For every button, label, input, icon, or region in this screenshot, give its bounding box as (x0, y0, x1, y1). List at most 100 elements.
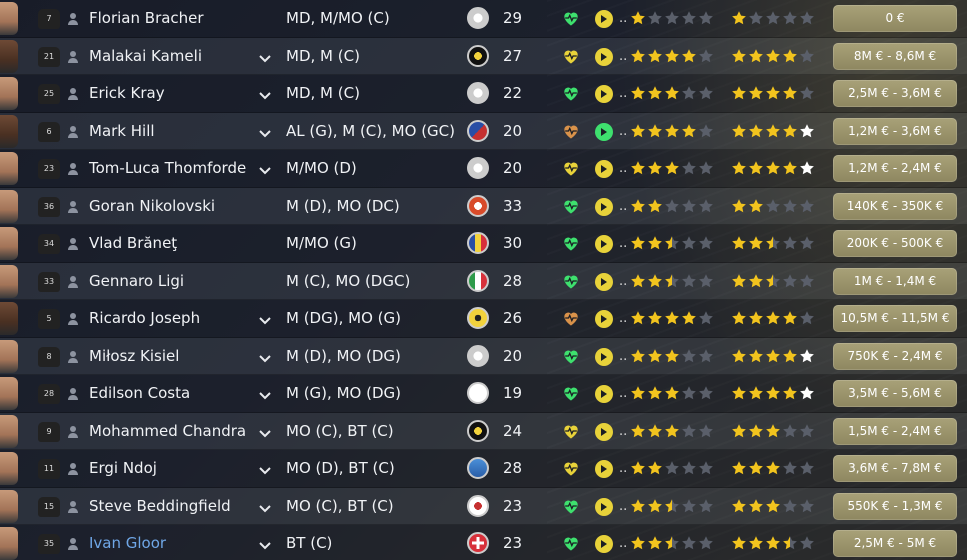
rating-star (766, 536, 780, 550)
player-row[interactable]: 23 Tom-Luca Thomforde M/MO (D) 20.. 1,2M € -… (0, 150, 967, 188)
player-name[interactable]: Vlad Brăneţ (89, 234, 177, 252)
chevron-down-icon[interactable] (258, 125, 272, 139)
player-name[interactable]: Ergi Ndoj (89, 459, 157, 477)
rating-star (682, 273, 696, 287)
potential-ability-stars (731, 160, 815, 176)
player-name[interactable]: Malakai Kameli (89, 47, 202, 65)
chevron-down-icon[interactable] (258, 87, 272, 101)
nationality-flag-icon[interactable] (467, 457, 489, 479)
chevron-down-icon[interactable] (258, 462, 272, 476)
current-ability-stars (630, 498, 714, 514)
chevron-down-icon[interactable] (258, 500, 272, 514)
player-name[interactable]: Erick Kray (89, 84, 165, 102)
rating-star (732, 348, 746, 362)
player-row[interactable]: 28 Edilson Costa M (G), MO (DG) 19.. 3,5M € … (0, 375, 967, 413)
rating-star (732, 311, 746, 325)
shirt-number: 21 (38, 46, 60, 67)
chevron-down-icon[interactable] (258, 425, 272, 439)
current-ability-stars (630, 123, 714, 139)
nationality-flag-icon[interactable] (467, 44, 489, 67)
rating-star (665, 161, 679, 175)
player-name[interactable]: Miłosz Kisiel (89, 347, 179, 365)
player-age: 23 (503, 496, 523, 515)
nationality-flag-icon[interactable] (467, 494, 489, 517)
person-icon (67, 237, 79, 250)
player-name[interactable]: Florian Bracher (89, 9, 204, 27)
player-row[interactable]: 8 Miłosz Kisiel M (D), MO (DG) 20.. 750K € -… (0, 337, 967, 375)
player-row[interactable]: 36 Goran Nikolovski M (D), MO (DC) 33.. 140K… (0, 187, 967, 225)
rating-star (749, 461, 763, 475)
player-name[interactable]: Goran Nikolovski (89, 197, 215, 215)
transfer-value-badge: 750K € - 2,4M € (833, 342, 957, 370)
player-name[interactable]: Mark Hill (89, 122, 155, 140)
player-age: 28 (503, 271, 523, 290)
rating-star (732, 423, 746, 437)
player-name[interactable]: Edilson Costa (89, 384, 190, 402)
player-row[interactable]: 33 Gennaro Ligi M (C), MO (DGC) 28.. 1M € - … (0, 262, 967, 300)
player-avatar (0, 489, 18, 523)
rating-star (766, 48, 780, 62)
rating-star (783, 423, 797, 437)
condition-heart-icon (561, 533, 581, 553)
player-age: 29 (503, 9, 523, 27)
chevron-down-icon[interactable] (258, 537, 272, 551)
shirt-number: 6 (38, 121, 60, 142)
player-name[interactable]: Gennaro Ligi (89, 272, 184, 290)
rating-star (682, 123, 696, 137)
condition-heart-icon (561, 271, 581, 291)
nationality-flag-icon[interactable] (467, 82, 489, 104)
player-row[interactable]: 5 Ricardo Joseph M (DG), MO (G) 26.. 10,5M €… (0, 300, 967, 338)
player-age: 23 (503, 534, 523, 552)
player-age: 30 (503, 234, 523, 252)
player-age: 20 (503, 121, 523, 140)
nationality-flag-icon[interactable] (467, 532, 489, 554)
rating-star (732, 273, 746, 287)
rating-star (749, 236, 763, 250)
more-dots: .. (619, 311, 628, 326)
player-row[interactable]: 9 Mohammed Chandra MO (C), BT (C) 24.. 1,5M … (0, 412, 967, 450)
chevron-down-icon[interactable] (258, 50, 272, 64)
player-name[interactable]: Tom-Luca Thomforde (89, 159, 246, 177)
player-row[interactable]: 21 Malakai Kameli MD, M (C) 27.. 8M € - 8,6M… (0, 37, 967, 75)
player-name[interactable]: Mohammed Chandra (89, 422, 246, 440)
nationality-flag-icon[interactable] (467, 232, 489, 254)
rating-star (800, 123, 814, 137)
chevron-down-icon[interactable] (258, 312, 272, 326)
potential-ability-stars (731, 198, 815, 214)
player-name[interactable]: Ivan Gloor (89, 534, 166, 552)
rating-star (732, 236, 746, 250)
nationality-flag-icon[interactable] (467, 382, 489, 404)
current-ability-stars (630, 10, 714, 26)
nationality-flag-icon[interactable] (467, 194, 489, 217)
player-row[interactable]: 7 Florian Bracher MD, M/MO (C) 29.. 0 € (0, 0, 967, 38)
player-row[interactable]: 11 Ergi Ndoj MO (D), BT (C) 28.. 3,6M € - 7,… (0, 450, 967, 488)
nationality-flag-icon[interactable] (467, 269, 489, 292)
rating-star (766, 236, 780, 250)
player-name[interactable]: Ricardo Joseph (89, 309, 200, 327)
rating-star (682, 236, 696, 250)
rating-star (749, 123, 763, 137)
player-row[interactable]: 25 Erick Kray MD, M (C) 22.. 2,5M € - 3,6M € (0, 75, 967, 113)
chevron-down-icon[interactable] (258, 162, 272, 176)
nationality-flag-icon[interactable] (467, 307, 489, 329)
nationality-flag-icon[interactable] (467, 119, 489, 142)
player-row[interactable]: 35 Ivan Gloor BT (C) 23.. 2,5M € - 5M € (0, 525, 967, 560)
player-row[interactable]: 15 Steve Beddingfield MO (C), BT (C) 23.. 55… (0, 487, 967, 525)
more-dots: .. (619, 48, 628, 64)
rating-star (648, 536, 662, 550)
chevron-down-icon[interactable] (258, 387, 272, 401)
nationality-flag-icon[interactable] (467, 157, 489, 179)
rating-star (732, 461, 746, 475)
rating-star (682, 11, 696, 25)
chevron-down-icon[interactable] (258, 350, 272, 364)
rating-star (732, 161, 746, 175)
rating-star (800, 423, 814, 437)
nationality-flag-icon[interactable] (467, 419, 489, 442)
nationality-flag-icon[interactable] (467, 344, 489, 367)
player-row[interactable]: 34 Vlad Brăneţ M/MO (G) 30.. 200K € - 500K € (0, 225, 967, 263)
rating-star (631, 273, 645, 287)
nationality-flag-icon[interactable] (467, 7, 489, 29)
player-row[interactable]: 6 Mark Hill AL (G), M (C), MO (GC) 20.. 1,2M… (0, 112, 967, 150)
player-name[interactable]: Steve Beddingfield (89, 497, 231, 515)
rating-star (800, 86, 814, 100)
